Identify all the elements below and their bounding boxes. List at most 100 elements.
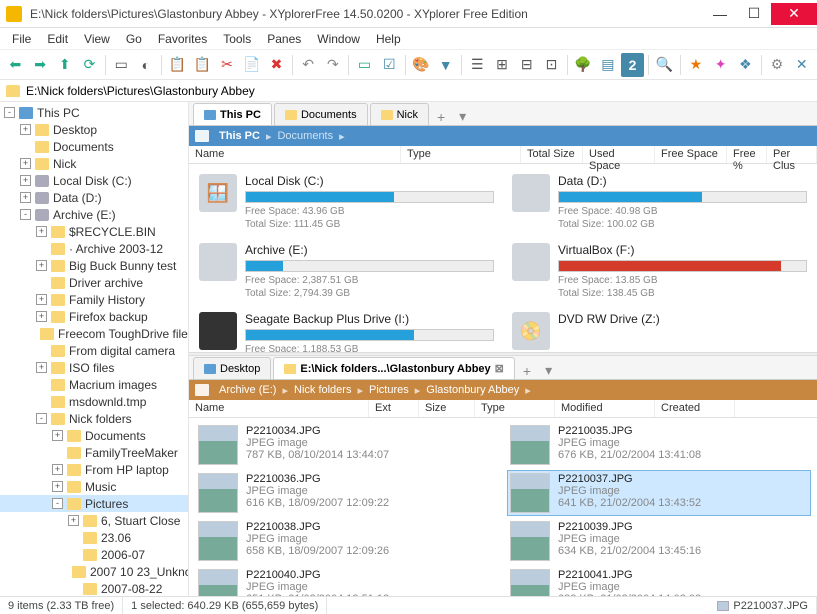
toolbar-button[interactable]: ★ <box>685 53 708 77</box>
tree-node[interactable]: +Local Disk (C:) <box>0 172 188 189</box>
column-header[interactable]: Total Size <box>521 146 583 163</box>
drive-item[interactable]: Archive (E:)Free Space: 2,387.51 GBTotal… <box>195 239 498 304</box>
tree-node[interactable]: +$RECYCLE.BIN <box>0 223 188 240</box>
toolbar-button[interactable]: ⊞ <box>491 53 514 77</box>
menu-edit[interactable]: Edit <box>41 30 74 48</box>
tree-node[interactable]: +Firefox backup <box>0 308 188 325</box>
toolbar-button[interactable]: ✂ <box>216 53 239 77</box>
tree-expander[interactable]: + <box>52 481 63 492</box>
tree-node[interactable]: -Nick folders <box>0 410 188 427</box>
tree-expander[interactable]: + <box>36 260 47 271</box>
tree-expander[interactable]: + <box>20 158 31 169</box>
tree-expander[interactable]: + <box>52 430 63 441</box>
toolbar-button[interactable]: ⊟ <box>515 53 538 77</box>
menu-tools[interactable]: Tools <box>217 30 257 48</box>
tree-expander[interactable] <box>68 583 79 594</box>
drive-item[interactable]: 📀DVD RW Drive (Z:) <box>508 308 811 352</box>
toolbar-button[interactable]: ➡ <box>29 53 52 77</box>
file-item[interactable]: P2210034.JPGJPEG image787 KB, 08/10/2014… <box>195 422 499 468</box>
tree-node[interactable]: +Desktop <box>0 121 188 138</box>
toolbar-button[interactable]: ▭ <box>110 53 133 77</box>
minimize-button[interactable]: — <box>703 3 737 25</box>
toolbar-button[interactable]: ☑ <box>378 53 401 77</box>
tree-expander[interactable]: + <box>36 362 47 373</box>
tree-expander[interactable]: + <box>52 464 63 475</box>
file-item[interactable]: P2210040.JPGJPEG image651 KB, 21/02/2004… <box>195 566 499 596</box>
toolbar-button[interactable]: ▤ <box>596 53 619 77</box>
column-header[interactable]: Per Clus <box>767 146 817 163</box>
tab-add-button[interactable]: + <box>517 363 537 379</box>
toolbar-button[interactable]: ✕ <box>790 53 813 77</box>
toolbar-button[interactable]: ⊡ <box>540 53 563 77</box>
bottom-pane-breadcrumb[interactable]: Archive (E:)▸Nick folders▸Pictures▸Glast… <box>189 380 817 400</box>
tab[interactable]: Documents <box>274 103 368 125</box>
file-item[interactable]: P2210039.JPGJPEG image634 KB, 21/02/2004… <box>507 518 811 564</box>
drive-item[interactable]: Data (D:)Free Space: 40.98 GBTotal Size:… <box>508 170 811 235</box>
toolbar-button[interactable]: 📋 <box>191 53 214 77</box>
tree-node[interactable]: 2006-07 <box>0 546 188 563</box>
tree-node[interactable]: -This PC <box>0 104 188 121</box>
column-header[interactable]: Ext <box>369 400 419 417</box>
tab-add-button[interactable]: + <box>431 109 451 125</box>
toolbar-button[interactable]: ▭ <box>353 53 376 77</box>
menu-window[interactable]: Window <box>311 30 366 48</box>
toolbar-button[interactable]: ◐ <box>135 53 158 77</box>
tree-node[interactable]: FamilyTreeMaker <box>0 444 188 461</box>
tree-node[interactable]: Macrium images <box>0 376 188 393</box>
tree-node[interactable]: -Pictures <box>0 495 188 512</box>
toolbar-button[interactable]: 📋 <box>166 53 189 77</box>
file-item[interactable]: P2210041.JPGJPEG image682 KB, 21/02/2004… <box>507 566 811 596</box>
tree-node[interactable]: +Nick <box>0 155 188 172</box>
crumb-segment[interactable]: Pictures <box>365 384 413 396</box>
file-item[interactable]: P2210036.JPGJPEG image616 KB, 18/09/2007… <box>195 470 499 516</box>
tree-node[interactable]: 23.06 <box>0 529 188 546</box>
folder-tree[interactable]: -This PC+DesktopDocuments+Nick+Local Dis… <box>0 102 189 596</box>
tab-close-icon[interactable]: ⊠ <box>495 362 504 375</box>
toolbar-button[interactable]: ⬆ <box>53 53 76 77</box>
tree-expander[interactable]: + <box>36 311 47 322</box>
toolbar-button[interactable]: 2 <box>621 53 644 77</box>
crumb-segment[interactable]: Archive (E:) <box>215 384 280 396</box>
tab[interactable]: This PC <box>193 103 272 125</box>
toolbar-button[interactable]: ⬅ <box>4 53 27 77</box>
drive-item[interactable]: 🪟Local Disk (C:)Free Space: 43.96 GBTota… <box>195 170 498 235</box>
tree-expander[interactable]: - <box>4 107 15 118</box>
tree-expander[interactable]: - <box>20 209 31 220</box>
tree-expander[interactable] <box>68 532 79 543</box>
drive-item[interactable]: Seagate Backup Plus Drive (I:)Free Space… <box>195 308 498 352</box>
file-item[interactable]: P2210038.JPGJPEG image658 KB, 18/09/2007… <box>195 518 499 564</box>
column-header[interactable]: Created <box>655 400 735 417</box>
tab-menu-button[interactable]: ▾ <box>453 108 472 125</box>
tree-node[interactable]: -Archive (E:) <box>0 206 188 223</box>
bottom-pane-columns[interactable]: NameExtSizeTypeModifiedCreated <box>189 400 817 418</box>
menu-file[interactable]: File <box>6 30 37 48</box>
tree-expander[interactable] <box>52 447 63 458</box>
crumb-segment[interactable]: Documents <box>273 130 337 142</box>
tree-expander[interactable]: + <box>20 192 31 203</box>
tree-node[interactable]: +Family History <box>0 291 188 308</box>
tree-node[interactable]: msdownld.tmp <box>0 393 188 410</box>
tree-node[interactable]: +6, Stuart Close <box>0 512 188 529</box>
column-header[interactable]: Modified <box>555 400 655 417</box>
crumb-segment[interactable]: Nick folders <box>290 384 355 396</box>
tree-node[interactable]: +Big Buck Bunny test <box>0 257 188 274</box>
tree-expander[interactable] <box>68 549 79 560</box>
tree-node[interactable]: Freecom ToughDrive files <box>0 325 188 342</box>
column-header[interactable]: Free Space <box>655 146 727 163</box>
tree-expander[interactable]: + <box>36 226 47 237</box>
menu-go[interactable]: Go <box>120 30 148 48</box>
tab[interactable]: E:\Nick folders...\Glastonbury Abbey⊠ <box>273 357 515 379</box>
column-header[interactable]: Free % <box>727 146 767 163</box>
maximize-button[interactable]: ☐ <box>737 3 771 25</box>
tree-expander[interactable] <box>20 141 31 152</box>
tree-expander[interactable] <box>36 379 47 390</box>
file-item[interactable]: P2210037.JPGJPEG image641 KB, 21/02/2004… <box>507 470 811 516</box>
tree-node[interactable]: 2007 10 23_Unknown Dates <box>0 563 188 580</box>
toolbar-button[interactable]: ☰ <box>466 53 489 77</box>
toolbar-button[interactable]: ↶ <box>297 53 320 77</box>
toolbar-button[interactable]: ↷ <box>321 53 344 77</box>
tree-node[interactable]: +Music <box>0 478 188 495</box>
crumb-segment[interactable]: This PC <box>215 130 264 142</box>
toolbar-button[interactable]: 🌳 <box>572 53 595 77</box>
tree-node[interactable]: +Documents <box>0 427 188 444</box>
